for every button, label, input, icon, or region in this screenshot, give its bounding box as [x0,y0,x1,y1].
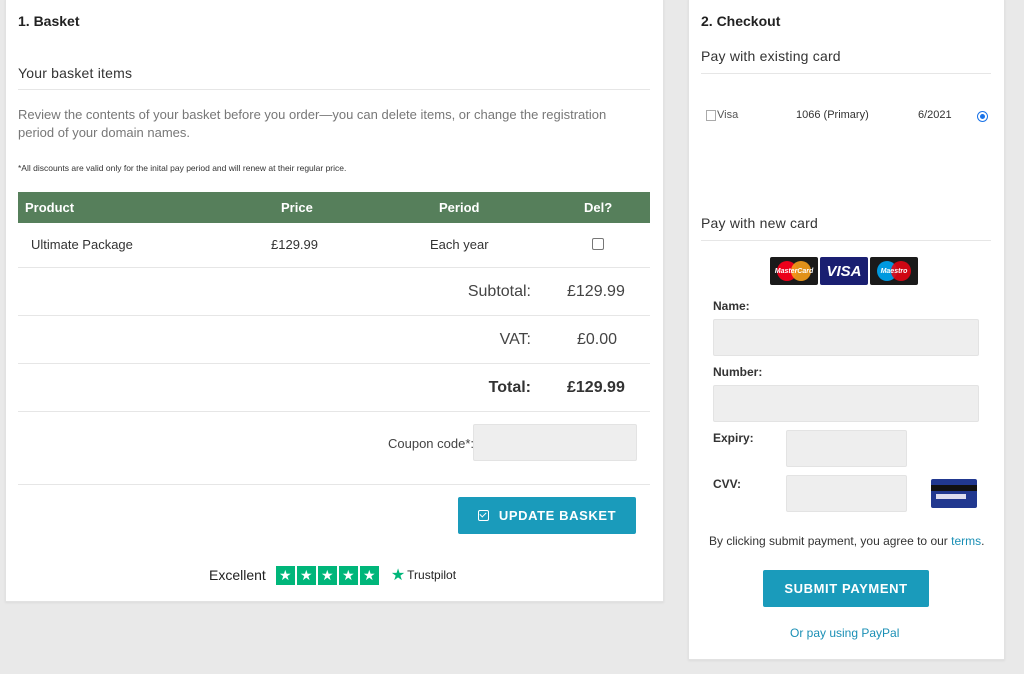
subtotal-label: Subtotal: [467,283,531,300]
maestro-icon: Maestro [870,257,918,285]
terms-link[interactable]: terms [951,534,981,548]
divider [18,411,650,412]
col-product: Product [25,200,75,215]
product-name: Ultimate Package [31,237,133,252]
divider [701,73,991,74]
table-row: Ultimate Package £129.99 Each year [18,231,650,265]
cvv-input[interactable] [786,475,907,512]
subtotal-value: £129.99 [567,283,625,300]
visa-logo: Visa [706,109,738,121]
existing-card-heading: Pay with existing card [701,48,841,64]
divider [701,240,991,241]
vat-label: VAT: [499,331,531,348]
star-icon: ★ [275,565,295,585]
terms-text: By clicking submit payment, you agree to… [709,534,985,548]
vat-value: £0.00 [577,331,618,348]
checkout-panel: 2. Checkout Pay with existing card Visa … [688,0,1005,660]
basket-panel: 1. Basket Your basket items Review the c… [5,0,664,602]
star-icon: ★ [338,565,358,585]
divider [18,363,650,364]
existing-card-number: 1066 (Primary) [796,109,869,121]
divider [18,315,650,316]
card-number-input[interactable] [713,385,979,422]
total-label: Total: [488,379,531,396]
col-period: Period [439,200,480,215]
expiry-label: Expiry: [713,431,754,445]
trustpilot-star-icon: ★ [390,567,406,584]
cvv-label: CVV: [713,477,742,491]
coupon-input[interactable] [473,424,637,461]
col-delete: Del? [584,200,613,215]
card-name-input[interactable] [713,319,979,356]
basket-intro: Review the contents of your basket befor… [18,107,607,140]
divider [18,89,650,90]
expiry-input[interactable] [786,430,907,467]
basket-table-header: Product Price Period Del? [18,192,650,223]
submit-payment-button[interactable]: SUBMIT PAYMENT [763,570,929,607]
update-basket-label: UPDATE BASKET [498,508,617,523]
visa-logo-alt: Visa [717,109,739,121]
col-price: Price [281,200,313,215]
visa-card-icon: VISA [820,257,868,285]
trustpilot-widget[interactable]: Excellent ★ ★ ★ ★ ★ ★ Trustpilot [209,565,456,585]
paypal-link[interactable]: Or pay using PayPal [790,626,899,640]
star-icon: ★ [317,565,337,585]
checkout-title: 2. Checkout [701,13,781,29]
existing-card-expiry: 6/2021 [918,109,952,121]
divider [18,484,650,485]
existing-card-radio[interactable] [977,111,988,122]
trustpilot-brand: Trustpilot [407,568,457,582]
broken-image-icon [706,109,716,121]
discount-note: *All discounts are valid only for the in… [18,163,347,173]
basket-title: 1. Basket [18,13,80,29]
cvv-card-icon [931,479,977,508]
card-brand-logos: MasterCard VISA Maestro [770,257,918,285]
edit-icon [477,510,489,521]
product-period: Each year [430,237,489,252]
star-icon: ★ [359,565,379,585]
divider [18,267,650,268]
number-label: Number: [713,365,763,379]
name-label: Name: [713,299,750,313]
mastercard-icon: MasterCard [770,257,818,285]
coupon-label: Coupon code*: [388,436,475,451]
new-card-heading: Pay with new card [701,215,819,231]
trustpilot-rating-text: Excellent [209,567,266,583]
delete-checkbox[interactable] [592,238,604,250]
update-basket-button[interactable]: UPDATE BASKET [458,497,636,534]
basket-items-heading: Your basket items [18,65,133,81]
total-value: £129.99 [567,379,625,396]
product-price: £129.99 [271,237,318,252]
star-icon: ★ [296,565,316,585]
